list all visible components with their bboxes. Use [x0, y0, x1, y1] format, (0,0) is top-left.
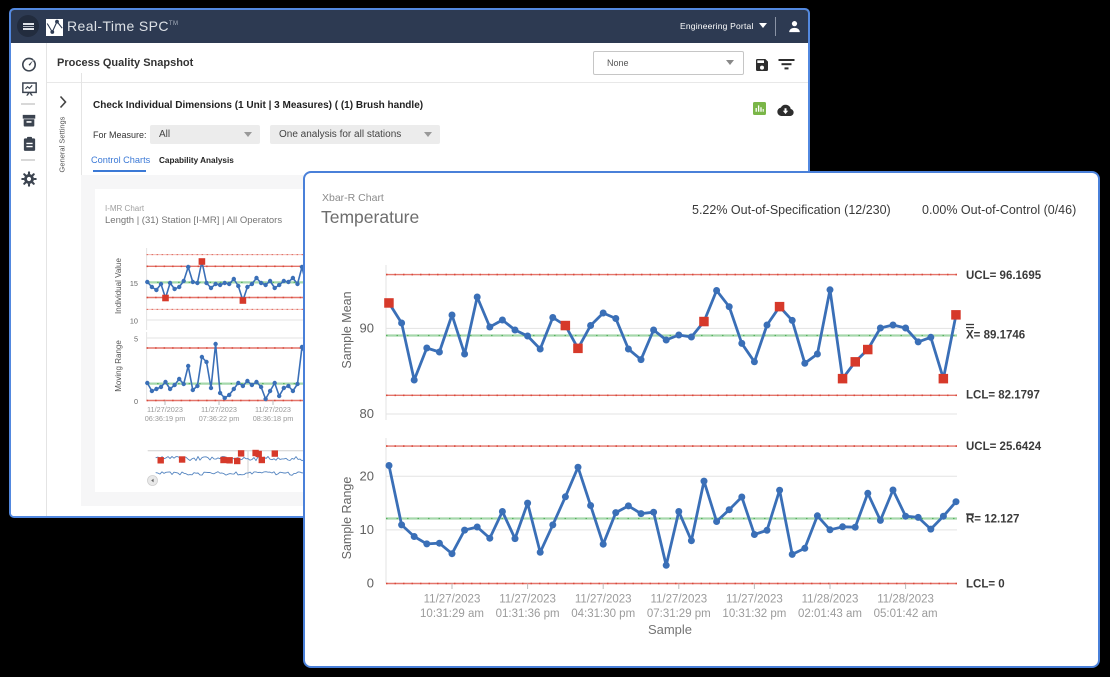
svg-text:Sample Range: Sample Range — [340, 477, 354, 560]
svg-text:LCL= 82.1797: LCL= 82.1797 — [966, 389, 1040, 401]
svg-text:11/27/2023: 11/27/2023 — [726, 594, 783, 606]
svg-text:Sample: Sample — [648, 622, 692, 637]
svg-text:UCL= 25.6424: UCL= 25.6424 — [966, 441, 1042, 453]
svg-text:01:31:36 pm: 01:31:36 pm — [496, 608, 560, 620]
svg-text:10: 10 — [360, 522, 374, 537]
svg-text:11/27/2023: 11/27/2023 — [201, 405, 237, 414]
svg-text:5: 5 — [134, 335, 138, 344]
svg-text:11/27/2023: 11/27/2023 — [575, 594, 632, 606]
svg-text:10:31:32 pm: 10:31:32 pm — [722, 608, 786, 620]
svg-text:08:36:18 pm: 08:36:18 pm — [253, 414, 294, 423]
svg-text:07:31:29 pm: 07:31:29 pm — [647, 608, 711, 620]
svg-text:R= 12.127: R= 12.127 — [966, 514, 1019, 526]
svg-text:15: 15 — [130, 279, 138, 288]
svg-text:05:01:42 am: 05:01:42 am — [874, 608, 938, 620]
svg-text:11/28/2023: 11/28/2023 — [877, 594, 934, 606]
svg-text:0: 0 — [134, 397, 138, 406]
svg-text:LCL= 0: LCL= 0 — [966, 579, 1005, 591]
svg-text:04:31:30 pm: 04:31:30 pm — [571, 608, 635, 620]
svg-text:11/27/2023: 11/27/2023 — [650, 594, 707, 606]
svg-text:02:01:43 am: 02:01:43 am — [798, 608, 862, 620]
svg-text:0: 0 — [367, 576, 374, 591]
svg-text:UCL= 96.1695: UCL= 96.1695 — [966, 270, 1042, 282]
svg-text:07:36:22 pm: 07:36:22 pm — [199, 414, 240, 423]
svg-text:06:36:19 pm: 06:36:19 pm — [145, 414, 186, 423]
svg-text:10:31:29 am: 10:31:29 am — [420, 608, 484, 620]
svg-text:X= 89.1746: X= 89.1746 — [966, 330, 1025, 342]
svg-text:11/27/2023: 11/27/2023 — [147, 405, 183, 414]
svg-text:Sample Mean: Sample Mean — [340, 291, 354, 368]
svg-text:11/28/2023: 11/28/2023 — [802, 594, 859, 606]
svg-text:11/27/2023: 11/27/2023 — [499, 594, 556, 606]
svg-text:11/27/2023: 11/27/2023 — [255, 405, 291, 414]
svg-text:Individual Value: Individual Value — [114, 258, 123, 314]
svg-text:10: 10 — [130, 317, 138, 326]
svg-text:80: 80 — [360, 406, 374, 421]
svg-text:11/27/2023: 11/27/2023 — [424, 594, 481, 606]
svg-text:20: 20 — [360, 469, 374, 484]
svg-text:Moving Range: Moving Range — [114, 340, 123, 392]
svg-text:90: 90 — [360, 321, 374, 336]
